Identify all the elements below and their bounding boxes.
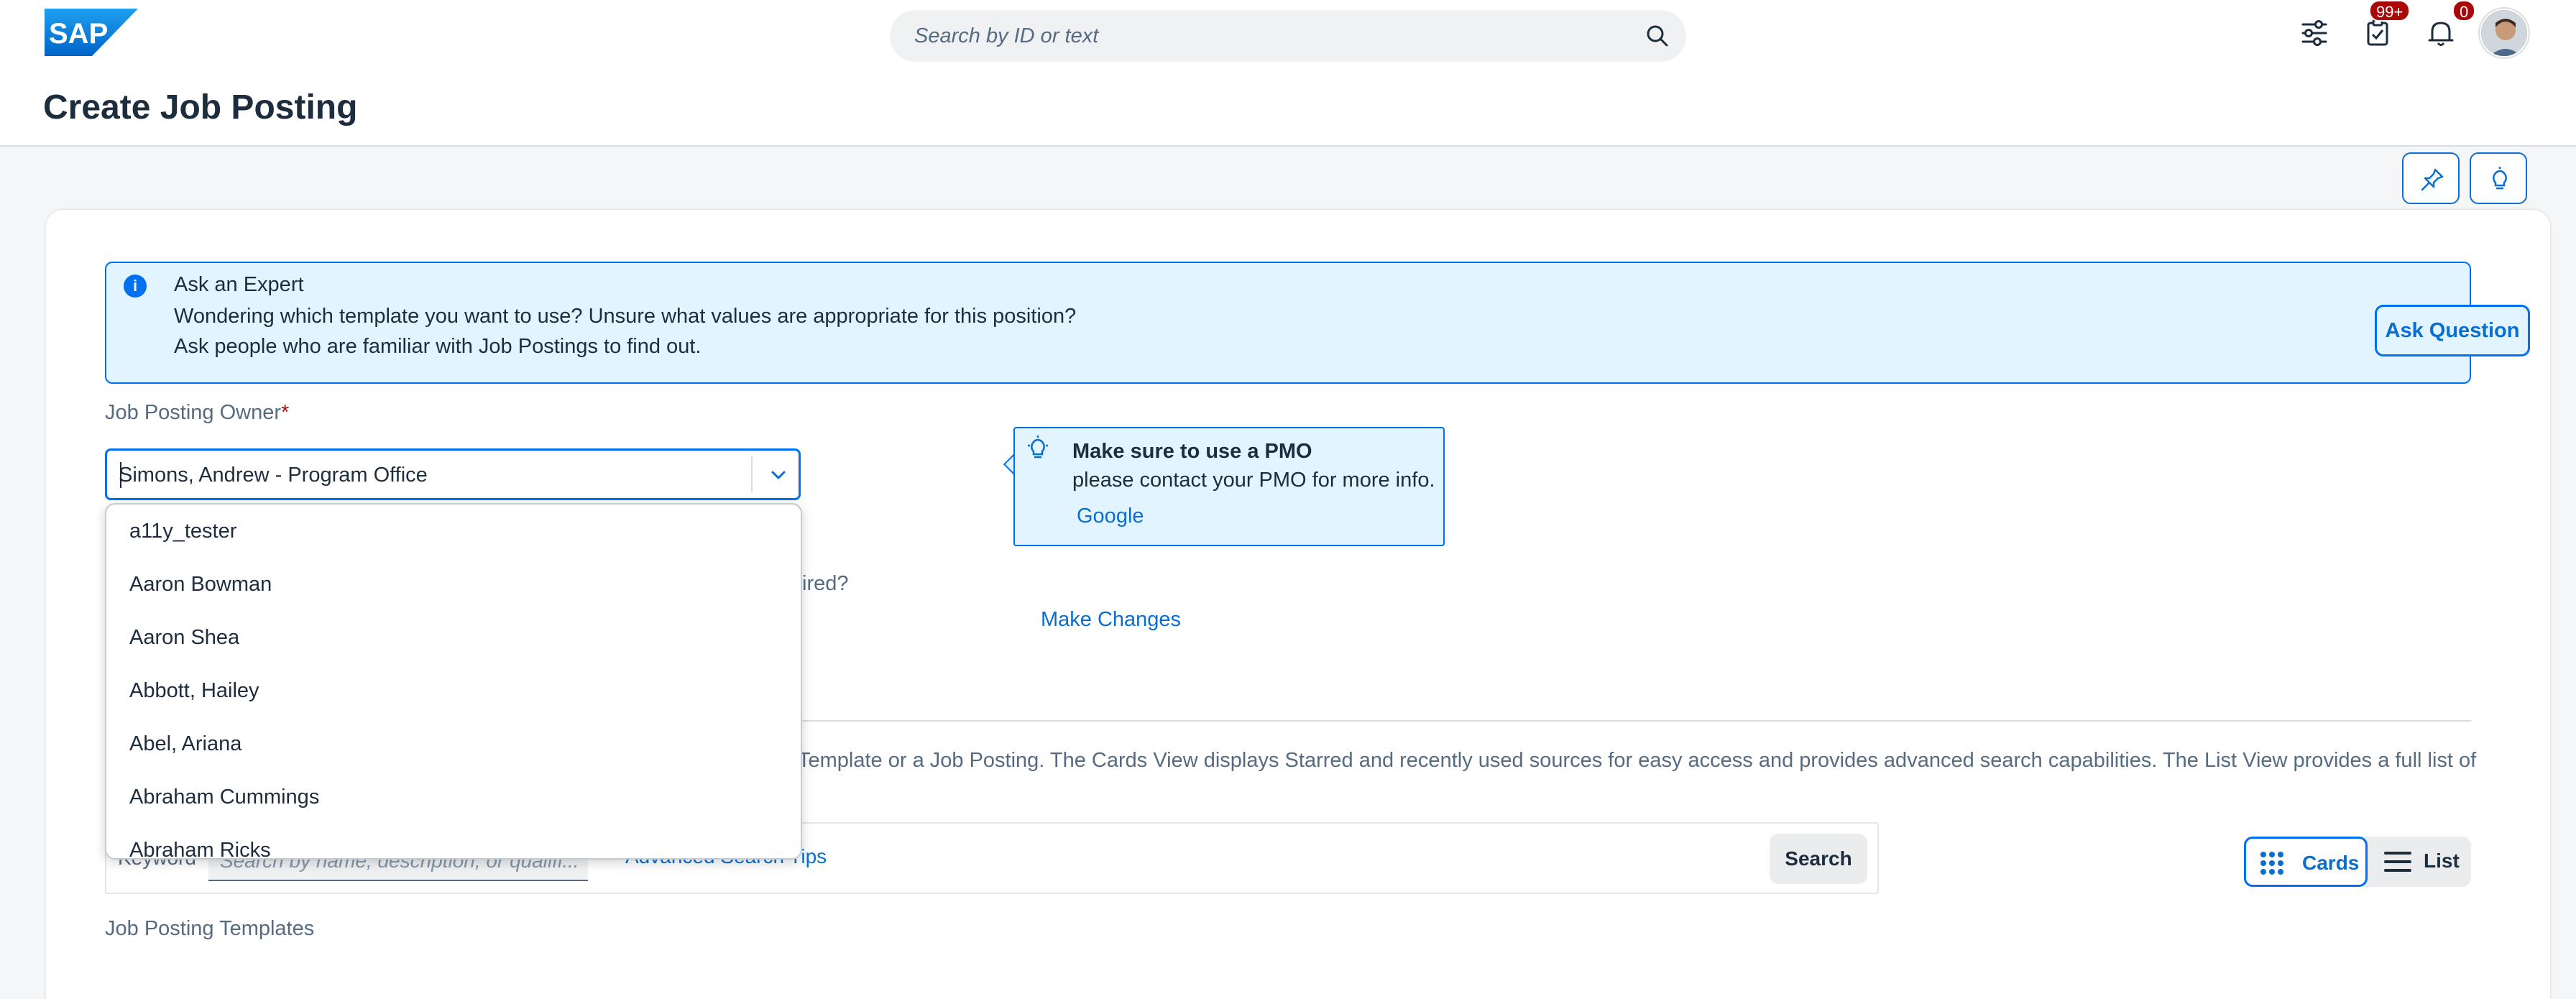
- combobox-separator: [751, 456, 753, 492]
- owner-combobox-input[interactable]: Simons, Andrew - Program Office: [119, 464, 428, 487]
- view-description-text: Template or a Job Posting. The Cards Vie…: [798, 749, 2477, 772]
- list-icon[interactable]: [2383, 850, 2412, 874]
- partial-question-text: ired?: [802, 572, 849, 595]
- dropdown-option[interactable]: Abraham Cummings: [106, 770, 801, 824]
- strip-title: Ask an Expert: [174, 273, 304, 296]
- job-posting-owner-combobox[interactable]: Simons, Andrew - Program Office: [105, 448, 801, 500]
- user-avatar[interactable]: [2480, 9, 2529, 57]
- list-view-button[interactable]: List: [2424, 850, 2460, 873]
- owner-dropdown-list[interactable]: a11y_tester Aaron Bowman Aaron Shea Abbo…: [105, 503, 802, 860]
- settings-sliders-icon[interactable]: [2299, 17, 2330, 49]
- text-caret: [120, 462, 121, 488]
- pmo-text: please contact your PMO for more info.: [1072, 469, 1435, 492]
- dropdown-option[interactable]: Abraham Ricks: [106, 824, 801, 858]
- lightbulb-icon: [2493, 167, 2507, 190]
- dropdown-option[interactable]: Aaron Bowman: [106, 558, 801, 611]
- pin-icon: [2421, 168, 2444, 191]
- google-link[interactable]: Google: [1077, 505, 1144, 528]
- page-title: Create Job Posting: [43, 88, 358, 126]
- ask-question-button[interactable]: Ask Question: [2375, 305, 2530, 356]
- required-mark: *: [281, 401, 290, 424]
- search-icon[interactable]: [1644, 23, 1670, 49]
- dropdown-option[interactable]: a11y_tester: [106, 505, 801, 558]
- ask-expert-strip: i Ask an Expert Wondering which template…: [105, 262, 2530, 384]
- search-input[interactable]: Search by ID or text: [914, 24, 1098, 48]
- dropdown-option[interactable]: Abel, Ariana: [106, 717, 801, 770]
- global-search[interactable]: Search by ID or text: [890, 10, 1686, 62]
- sap-logo[interactable]: SAP: [45, 9, 138, 56]
- cards-label: Cards: [2302, 852, 2360, 874]
- make-changes-link[interactable]: Make Changes: [1041, 608, 1181, 632]
- job-posting-owner-label: Job Posting Owner*: [105, 401, 289, 425]
- info-icon: i: [124, 275, 147, 298]
- svg-text:SAP: SAP: [49, 18, 108, 50]
- pmo-tip-popover: Make sure to use a PMO please contact yo…: [1013, 427, 1445, 546]
- tips-button[interactable]: [2470, 152, 2527, 204]
- pin-button[interactable]: [2402, 152, 2460, 204]
- strip-line-1: Wondering which template you want to use…: [174, 305, 1077, 328]
- owner-label-text: Job Posting Owner: [105, 401, 282, 424]
- todo-count-badge: 99+: [2369, 0, 2411, 22]
- search-button[interactable]: Search: [1770, 834, 1867, 884]
- dropdown-option[interactable]: Abbott, Hailey: [106, 664, 801, 717]
- notification-bell-icon[interactable]: [2425, 17, 2457, 49]
- lightbulb-icon: [1028, 436, 1048, 459]
- view-switch: Cards List: [2244, 837, 2471, 887]
- shell-header: SAP Search by ID or text 99+ 0 Create Jo…: [0, 0, 2576, 147]
- pmo-title: Make sure to use a PMO: [1072, 440, 1312, 463]
- grid-icon: [2260, 852, 2283, 875]
- strip-line-2: Ask people who are familiar with Job Pos…: [174, 335, 702, 358]
- chevron-down-icon[interactable]: [768, 465, 788, 485]
- cards-view-button[interactable]: Cards: [2244, 837, 2368, 887]
- dropdown-option[interactable]: Aaron Shea: [106, 611, 801, 664]
- job-posting-templates-heading: Job Posting Templates: [105, 917, 315, 940]
- notification-count-badge: 0: [2452, 0, 2476, 22]
